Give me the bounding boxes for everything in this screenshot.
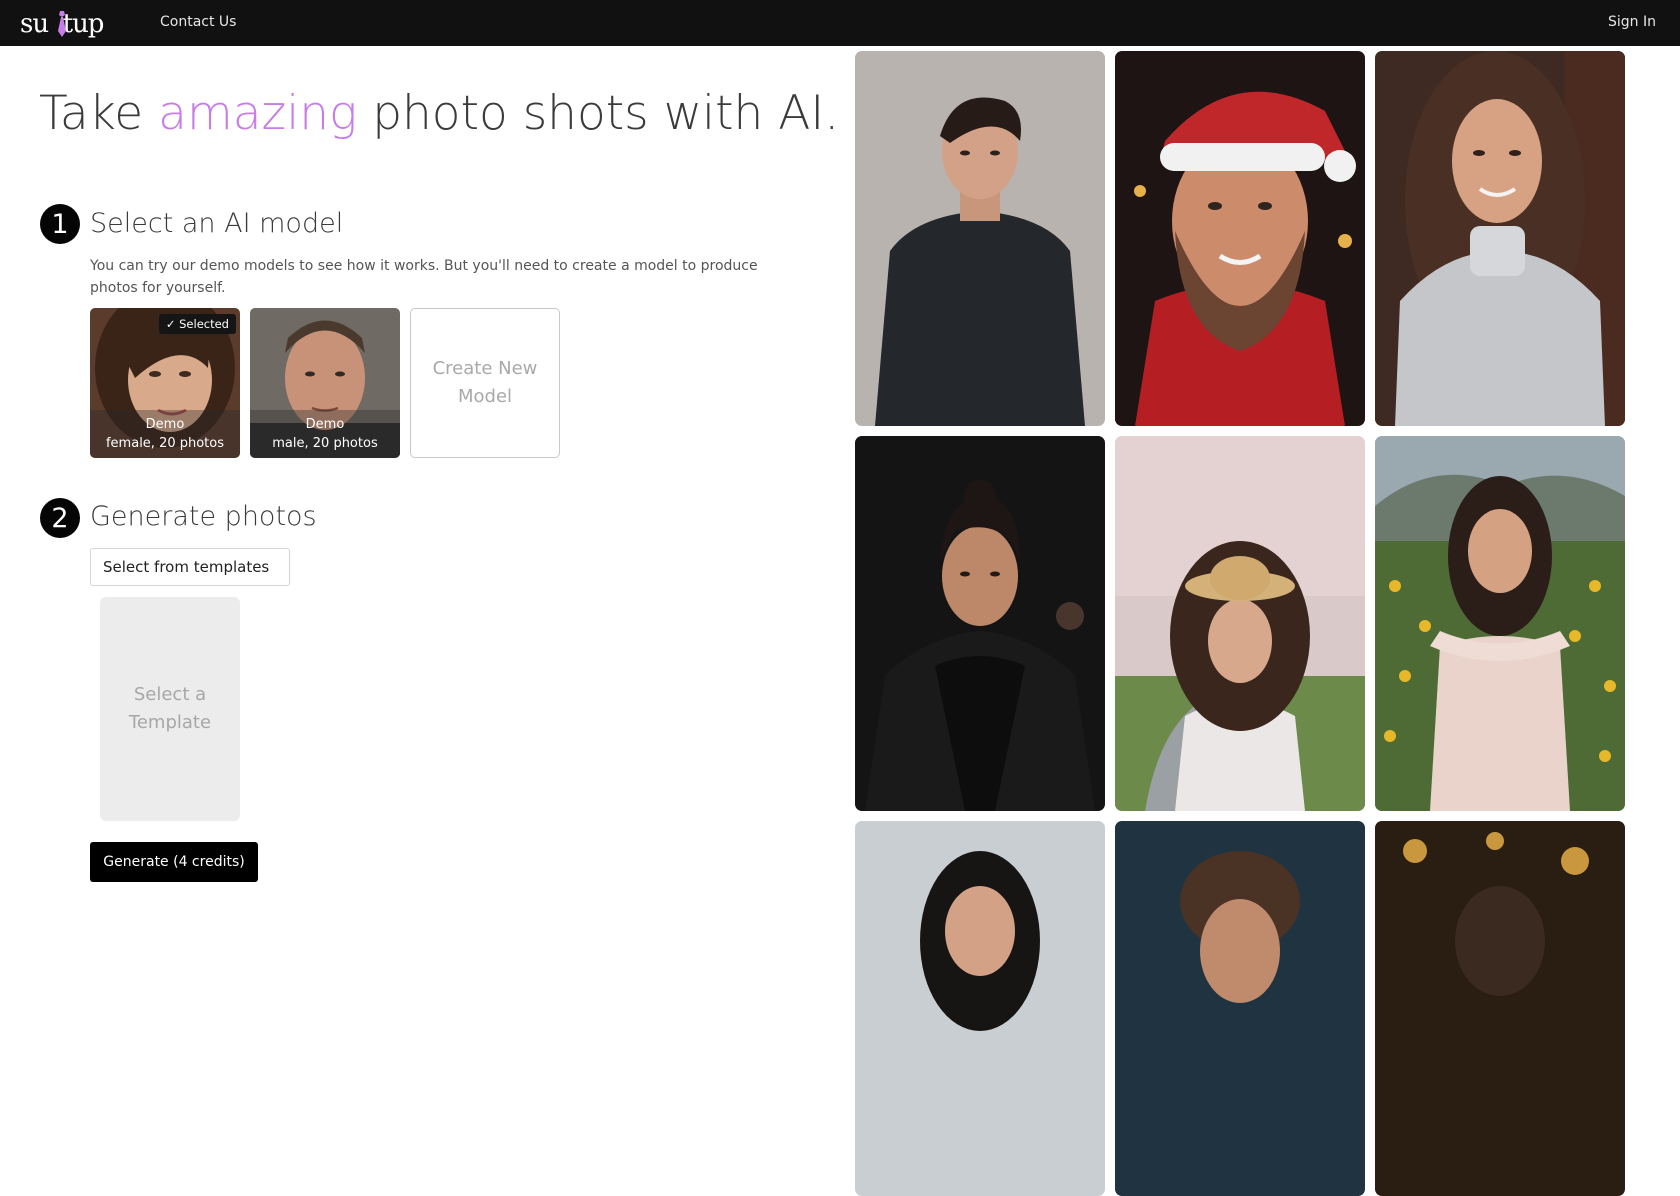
step-1-number: 1 [40,204,80,244]
model-name: Demo [305,417,345,432]
gallery-photo [1115,821,1365,1196]
gallery-photo [1375,821,1625,1196]
create-new-model-button[interactable]: Create New Model [410,308,560,458]
headline-accent: amazing [158,86,358,141]
headline-before: Take [39,86,159,141]
selected-badge: ✓ Selected [158,314,236,334]
model-caption: Demo male, 20 photos [250,410,400,458]
model-name: Demo [145,417,185,432]
model-caption: Demo female, 20 photos [90,410,240,458]
step-2-title: Generate photos [90,501,317,532]
contact-us-link[interactable]: Contact Us [160,14,236,30]
model-detail: male, 20 photos [272,436,378,451]
step-1-title: Select an AI model [90,208,344,239]
page-headline: Take amazing photo shots with AI. [39,86,839,141]
gallery-photo [855,436,1105,811]
suitup-logo[interactable]: su tup [20,6,112,42]
model-card-demo-male[interactable]: Demo male, 20 photos [250,308,400,458]
tie-icon [58,11,66,37]
headline-after: photo shots with AI. [357,86,840,141]
gallery-photo [1115,51,1365,426]
gallery-photo [1375,436,1625,811]
gallery-photo [855,821,1105,1196]
step-2-number: 2 [40,498,80,538]
template-select-button[interactable]: Select from templates [90,548,290,586]
top-navigation-bar: su tup Contact Us Sign In [0,0,1680,46]
gallery-photo [855,51,1105,426]
template-placeholder: Select a Template [100,597,240,821]
generate-button[interactable]: Generate (4 credits) [90,842,258,882]
model-detail: female, 20 photos [105,436,225,451]
model-card-demo-female[interactable]: ✓ Selected Demo female, 20 photos [90,308,240,458]
gallery-photo [1115,436,1365,811]
gallery-photo [1375,51,1625,426]
sign-in-link[interactable]: Sign In [1608,14,1656,30]
step-1-description: You can try our demo models to see how i… [90,258,758,296]
